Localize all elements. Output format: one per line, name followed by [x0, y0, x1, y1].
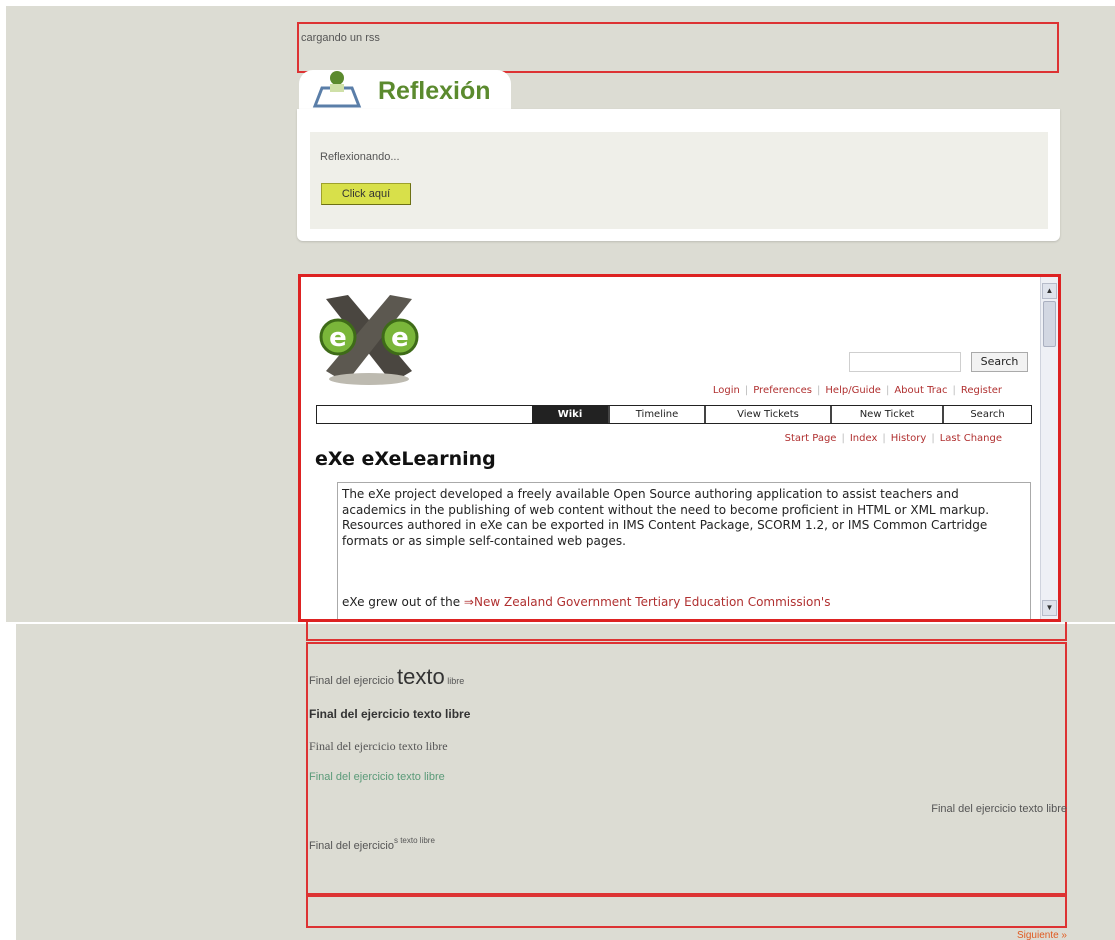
iframe-scrollbar[interactable]: ▲ ▼ — [1040, 277, 1058, 619]
click-here-button[interactable]: Click aquí — [321, 183, 411, 205]
free-text-line-6: Final del ejercicios texto libre — [309, 836, 435, 852]
tab-view-tickets[interactable]: View Tickets — [704, 406, 830, 423]
reflection-icon — [312, 71, 362, 108]
tab-wiki[interactable]: Wiki — [532, 406, 608, 423]
trac-mainnav: Wiki Timeline View Tickets New Ticket Se… — [316, 405, 1032, 424]
next-page-link[interactable]: Siguiente » — [1017, 930, 1067, 940]
trac-search-input[interactable] — [849, 352, 961, 372]
svg-text:e: e — [329, 323, 347, 353]
scroll-down-icon[interactable]: ▼ — [1042, 600, 1057, 616]
rss-loading-text: cargando un rss — [301, 32, 380, 44]
external-link-icon: ⇒ — [463, 595, 474, 609]
metanav-help[interactable]: Help/Guide — [825, 385, 881, 396]
wiki-content-box: The eXe project developed a freely avail… — [337, 482, 1031, 619]
metanav-preferences[interactable]: Preferences — [753, 385, 812, 396]
ctxnav-history[interactable]: History — [891, 433, 927, 444]
tab-search[interactable]: Search — [942, 406, 1031, 423]
ctxnav-last-change[interactable]: Last Change — [940, 433, 1002, 444]
metanav-register[interactable]: Register — [961, 385, 1002, 396]
iframe-frame-bottom — [306, 622, 1067, 641]
free-text-line-4-green: Final del ejercicio texto libre — [309, 771, 445, 783]
ctxnav-index[interactable]: Index — [850, 433, 878, 444]
wiki-paragraph-2-text: eXe grew out of the — [342, 595, 464, 609]
embedded-webpage: e e Search Login | Preferences | Help/Guide |… — [301, 277, 1039, 619]
free-text-line-2-bold: Final del ejercicio texto libre — [309, 707, 471, 721]
trac-metanav: Login | Preferences | Help/Guide | About Trac |… — [712, 385, 1002, 396]
free-text-line-1-big: texto — [397, 664, 445, 689]
trac-ctxnav: Start Page | Index | History | Last Change — [784, 433, 1002, 444]
wiki-paragraph: The eXe project developed a freely avail… — [342, 487, 990, 548]
exe-logo: e e — [319, 295, 419, 385]
ctxnav-start-page[interactable]: Start Page — [785, 433, 837, 444]
tec-link[interactable]: New Zealand Government Tertiary Educatio… — [474, 595, 831, 609]
free-text-line-6-a: Final del ejercicio — [309, 840, 394, 852]
reflection-title: Reflexión — [378, 77, 491, 105]
wiki-paragraph-2: eXe grew out of the ⇒New Zealand Governm… — [342, 595, 830, 609]
free-text-line-3-serif: Final del ejercicio texto libre — [309, 739, 448, 753]
metanav-login[interactable]: Login — [713, 385, 740, 396]
free-text-line-1-a: Final del ejercicio — [309, 675, 398, 687]
scroll-thumb[interactable] — [1043, 301, 1056, 347]
empty-frame — [306, 895, 1067, 928]
rss-frame — [297, 22, 1059, 73]
free-text-line-1: Final del ejercicio texto libre — [309, 664, 464, 690]
free-text-line-1-small: libre — [444, 676, 465, 686]
tab-new-ticket[interactable]: New Ticket — [830, 406, 942, 423]
reflection-text: Reflexionando... — [320, 151, 400, 163]
tab-timeline[interactable]: Timeline — [608, 406, 704, 423]
reflection-body — [310, 132, 1048, 229]
free-text-line-5-right: Final del ejercicio texto libre — [931, 803, 1067, 815]
embedded-webpage-frame[interactable]: e e Search Login | Preferences | Help/Guide |… — [298, 274, 1061, 622]
wiki-page-title: eXe eXeLearning — [315, 448, 496, 470]
trac-search-button[interactable]: Search — [971, 352, 1028, 372]
scroll-up-icon[interactable]: ▲ — [1042, 283, 1057, 299]
metanav-about[interactable]: About Trac — [894, 385, 947, 396]
svg-text:e: e — [391, 323, 409, 353]
free-text-line-6-sup: s texto libre — [393, 836, 435, 845]
